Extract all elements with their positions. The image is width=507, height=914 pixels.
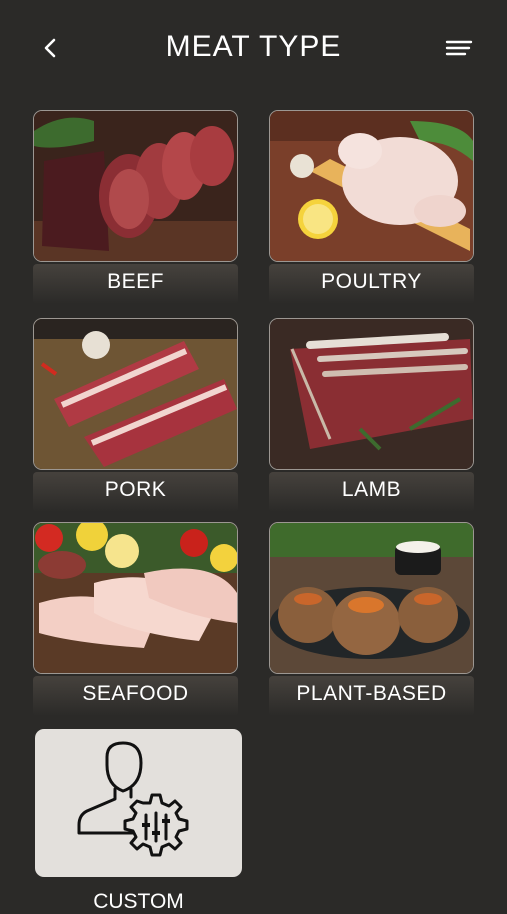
meat-label-plant-based: PLANT-BASED (296, 682, 447, 705)
meat-card-plant-based[interactable]: PLANT-BASED (269, 522, 474, 716)
meat-card-lamb[interactable]: LAMB (269, 318, 474, 512)
meat-label-seafood: SEAFOOD (82, 682, 189, 705)
meat-label-beef: BEEF (107, 270, 164, 293)
meat-card-seafood[interactable]: SEAFOOD (33, 522, 238, 716)
meat-label-poultry: POULTRY (321, 270, 422, 293)
page-title: MEAT TYPE (165, 30, 342, 63)
meat-card-pork[interactable]: PORK (33, 318, 238, 512)
pork-image (33, 318, 238, 470)
menu-button[interactable] (443, 36, 475, 60)
plant-based-image (269, 522, 474, 674)
menu-icon (445, 40, 473, 56)
poultry-image (269, 110, 474, 262)
header: MEAT TYPE (0, 0, 507, 96)
custom-card[interactable] (35, 729, 242, 877)
custom-label: CUSTOM (93, 890, 184, 913)
meat-label-pork: PORK (104, 478, 167, 501)
seafood-image (33, 522, 238, 674)
lamb-image (269, 318, 474, 470)
meat-card-poultry[interactable]: POULTRY (269, 110, 474, 304)
beef-image (33, 110, 238, 262)
user-settings-icon (77, 741, 189, 857)
meat-card-beef[interactable]: BEEF (33, 110, 238, 304)
meat-label-lamb: LAMB (341, 478, 402, 501)
